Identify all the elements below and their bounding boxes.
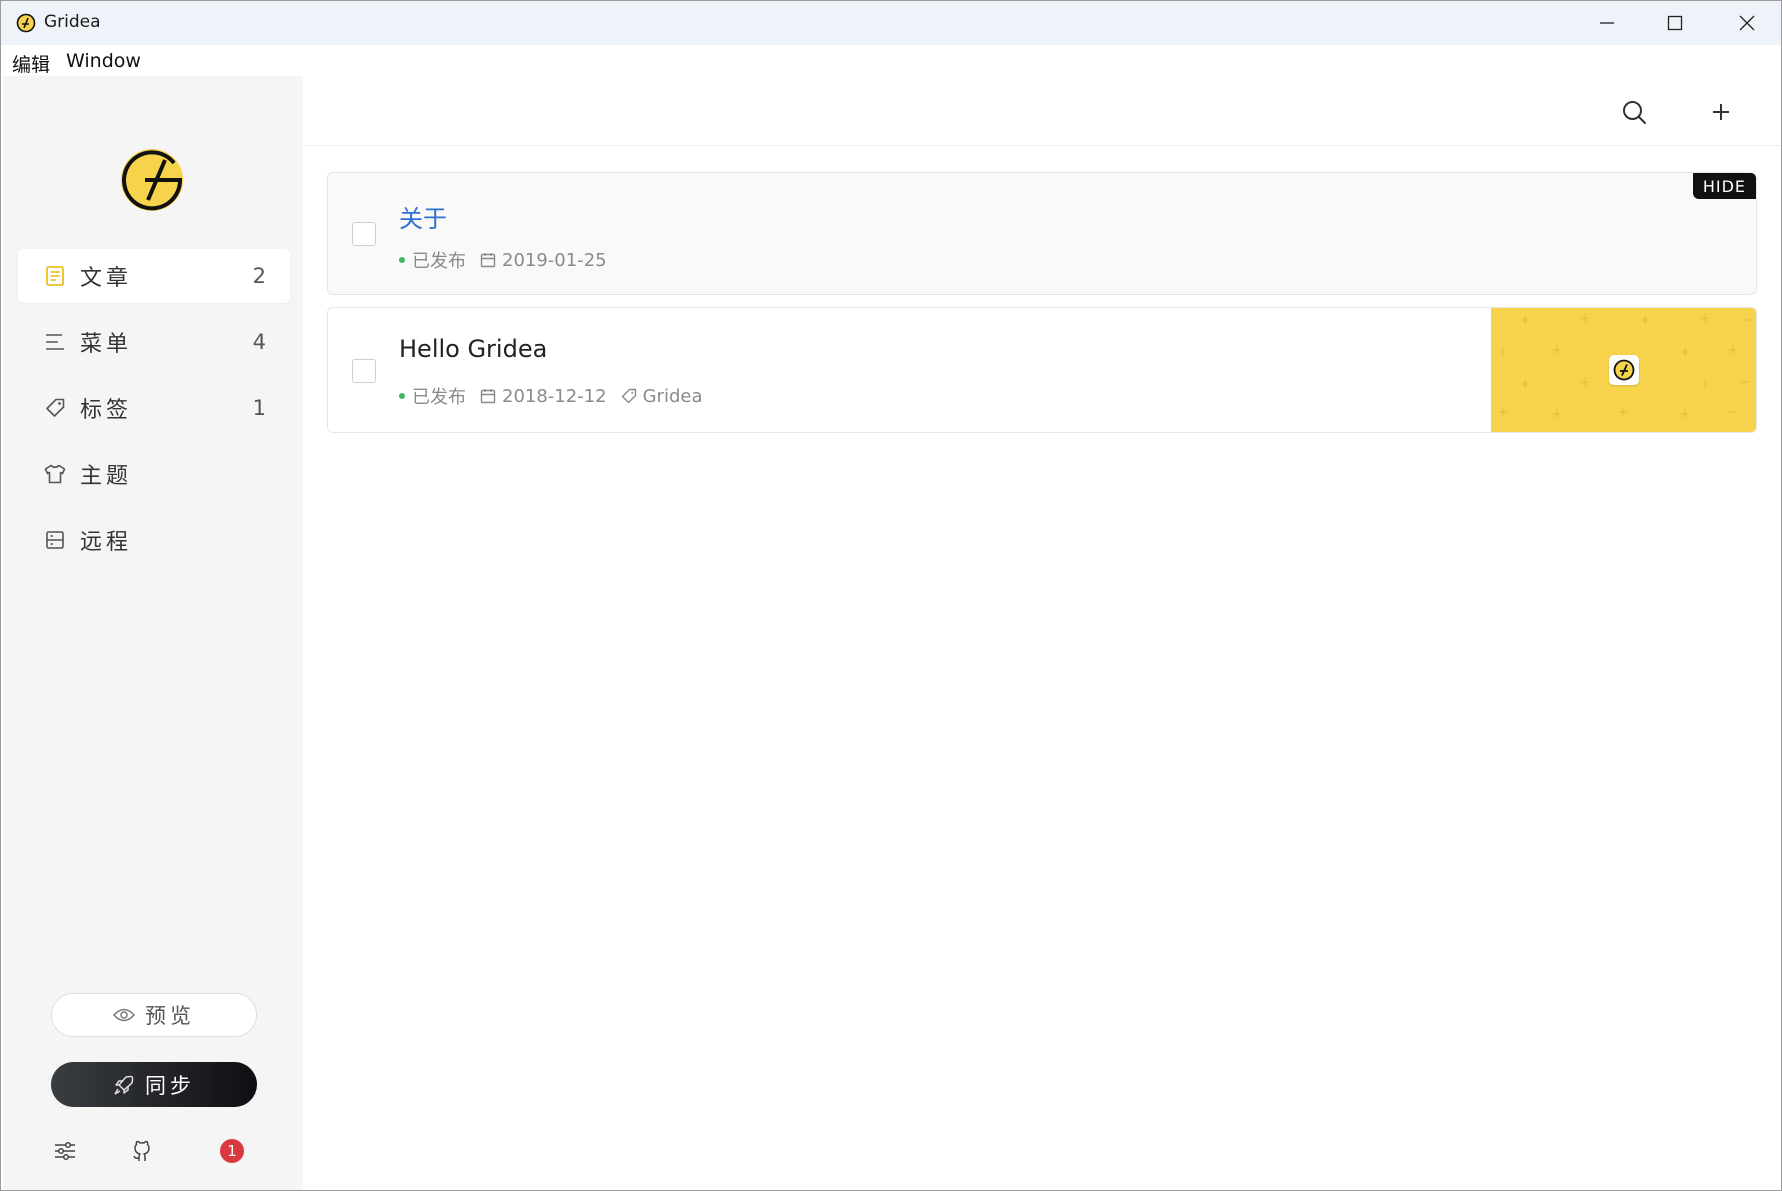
sync-button[interactable]: 同步 — [51, 1062, 257, 1107]
main-header — [303, 76, 1781, 146]
sidebar-item-menus[interactable]: 菜单 4 — [18, 315, 290, 369]
maximize-button[interactable] — [1641, 1, 1709, 45]
tag-icon — [621, 388, 637, 404]
tag-icon — [44, 397, 66, 419]
close-button[interactable] — [1713, 1, 1781, 45]
article-icon — [44, 265, 66, 287]
calendar-icon — [480, 252, 496, 268]
calendar-icon — [480, 388, 496, 404]
sidebar-item-label: 远程 — [80, 530, 133, 555]
window-title: Gridea — [44, 12, 101, 32]
post-status: 已发布 — [412, 251, 466, 272]
settings-sliders-icon[interactable] — [50, 1136, 80, 1166]
rocket-icon — [113, 1074, 135, 1096]
post-item[interactable]: 关于 已发布 2019-01-25 HIDE — [327, 172, 1757, 295]
published-dot — [399, 393, 405, 399]
post-tag: Gridea — [642, 385, 703, 407]
notification-badge[interactable]: 1 — [217, 1136, 247, 1166]
server-icon — [44, 529, 66, 551]
sidebar-nav: 文章 2 菜单 4 标签 1 主题 远程 — [18, 249, 290, 579]
post-meta: 已发布 2018-12-12 Gridea — [399, 383, 703, 409]
notification-count: 1 — [220, 1139, 244, 1163]
post-date: 2019-01-25 — [502, 249, 607, 271]
sidebar-item-count: 4 — [252, 330, 266, 354]
sidebar-item-tags[interactable]: 标签 1 — [18, 381, 290, 435]
menu-bar: 编辑 Window — [1, 45, 1781, 76]
sidebar-item-label: 主题 — [80, 464, 133, 489]
app-window: Gridea 编辑 Window 文章 2 菜单 4 标签 1 主题 远程 预览… — [0, 0, 1782, 1191]
github-icon[interactable] — [127, 1136, 157, 1166]
post-date: 2018-12-12 — [502, 385, 607, 407]
menu-icon — [44, 331, 66, 353]
sidebar-item-remote[interactable]: 远程 — [18, 513, 290, 567]
sidebar-item-label: 文章 — [80, 266, 133, 291]
sidebar-item-count: 1 — [252, 396, 266, 420]
menu-window[interactable]: Window — [66, 50, 141, 72]
post-feature-image — [1491, 308, 1756, 432]
add-post-icon[interactable] — [1707, 98, 1735, 126]
close-icon — [1739, 15, 1755, 31]
minimize-button[interactable] — [1573, 1, 1641, 45]
preview-label: 预览 — [145, 1004, 195, 1028]
post-title[interactable]: 关于 — [399, 199, 447, 234]
minimize-icon — [1600, 22, 1614, 24]
sidebar-footer: 1 — [3, 1136, 303, 1176]
preview-button[interactable]: 预览 — [51, 993, 257, 1037]
sidebar-item-themes[interactable]: 主题 — [18, 447, 290, 501]
sidebar-item-label: 标签 — [80, 398, 133, 423]
post-status: 已发布 — [412, 387, 466, 408]
post-item[interactable]: Hello Gridea 已发布 2018-12-12 Gridea — [327, 307, 1757, 433]
gridea-logo-thumbnail — [1609, 355, 1639, 385]
title-bar: Gridea — [1, 1, 1781, 45]
post-checkbox[interactable] — [352, 222, 376, 246]
gridea-logo — [121, 149, 183, 211]
post-meta: 已发布 2019-01-25 — [399, 247, 607, 273]
shirt-icon — [44, 463, 66, 485]
gridea-app-icon — [16, 13, 36, 33]
post-title[interactable]: Hello Gridea — [399, 335, 547, 363]
search-icon[interactable] — [1620, 98, 1648, 126]
menu-edit[interactable]: 编辑 — [12, 50, 50, 77]
sidebar-item-articles[interactable]: 文章 2 — [18, 249, 290, 303]
sync-label: 同步 — [145, 1073, 195, 1098]
maximize-icon — [1667, 15, 1683, 31]
eye-icon — [113, 1008, 135, 1022]
hidden-badge: HIDE — [1692, 173, 1756, 199]
main-content: 关于 已发布 2019-01-25 HIDE Hello Gridea 已发布 — [303, 76, 1781, 1190]
published-dot — [399, 257, 405, 263]
post-checkbox[interactable] — [352, 359, 376, 383]
sidebar: 文章 2 菜单 4 标签 1 主题 远程 预览 同步 1 — [3, 76, 303, 1190]
sidebar-item-count: 2 — [252, 264, 266, 288]
sidebar-item-label: 菜单 — [80, 332, 133, 357]
